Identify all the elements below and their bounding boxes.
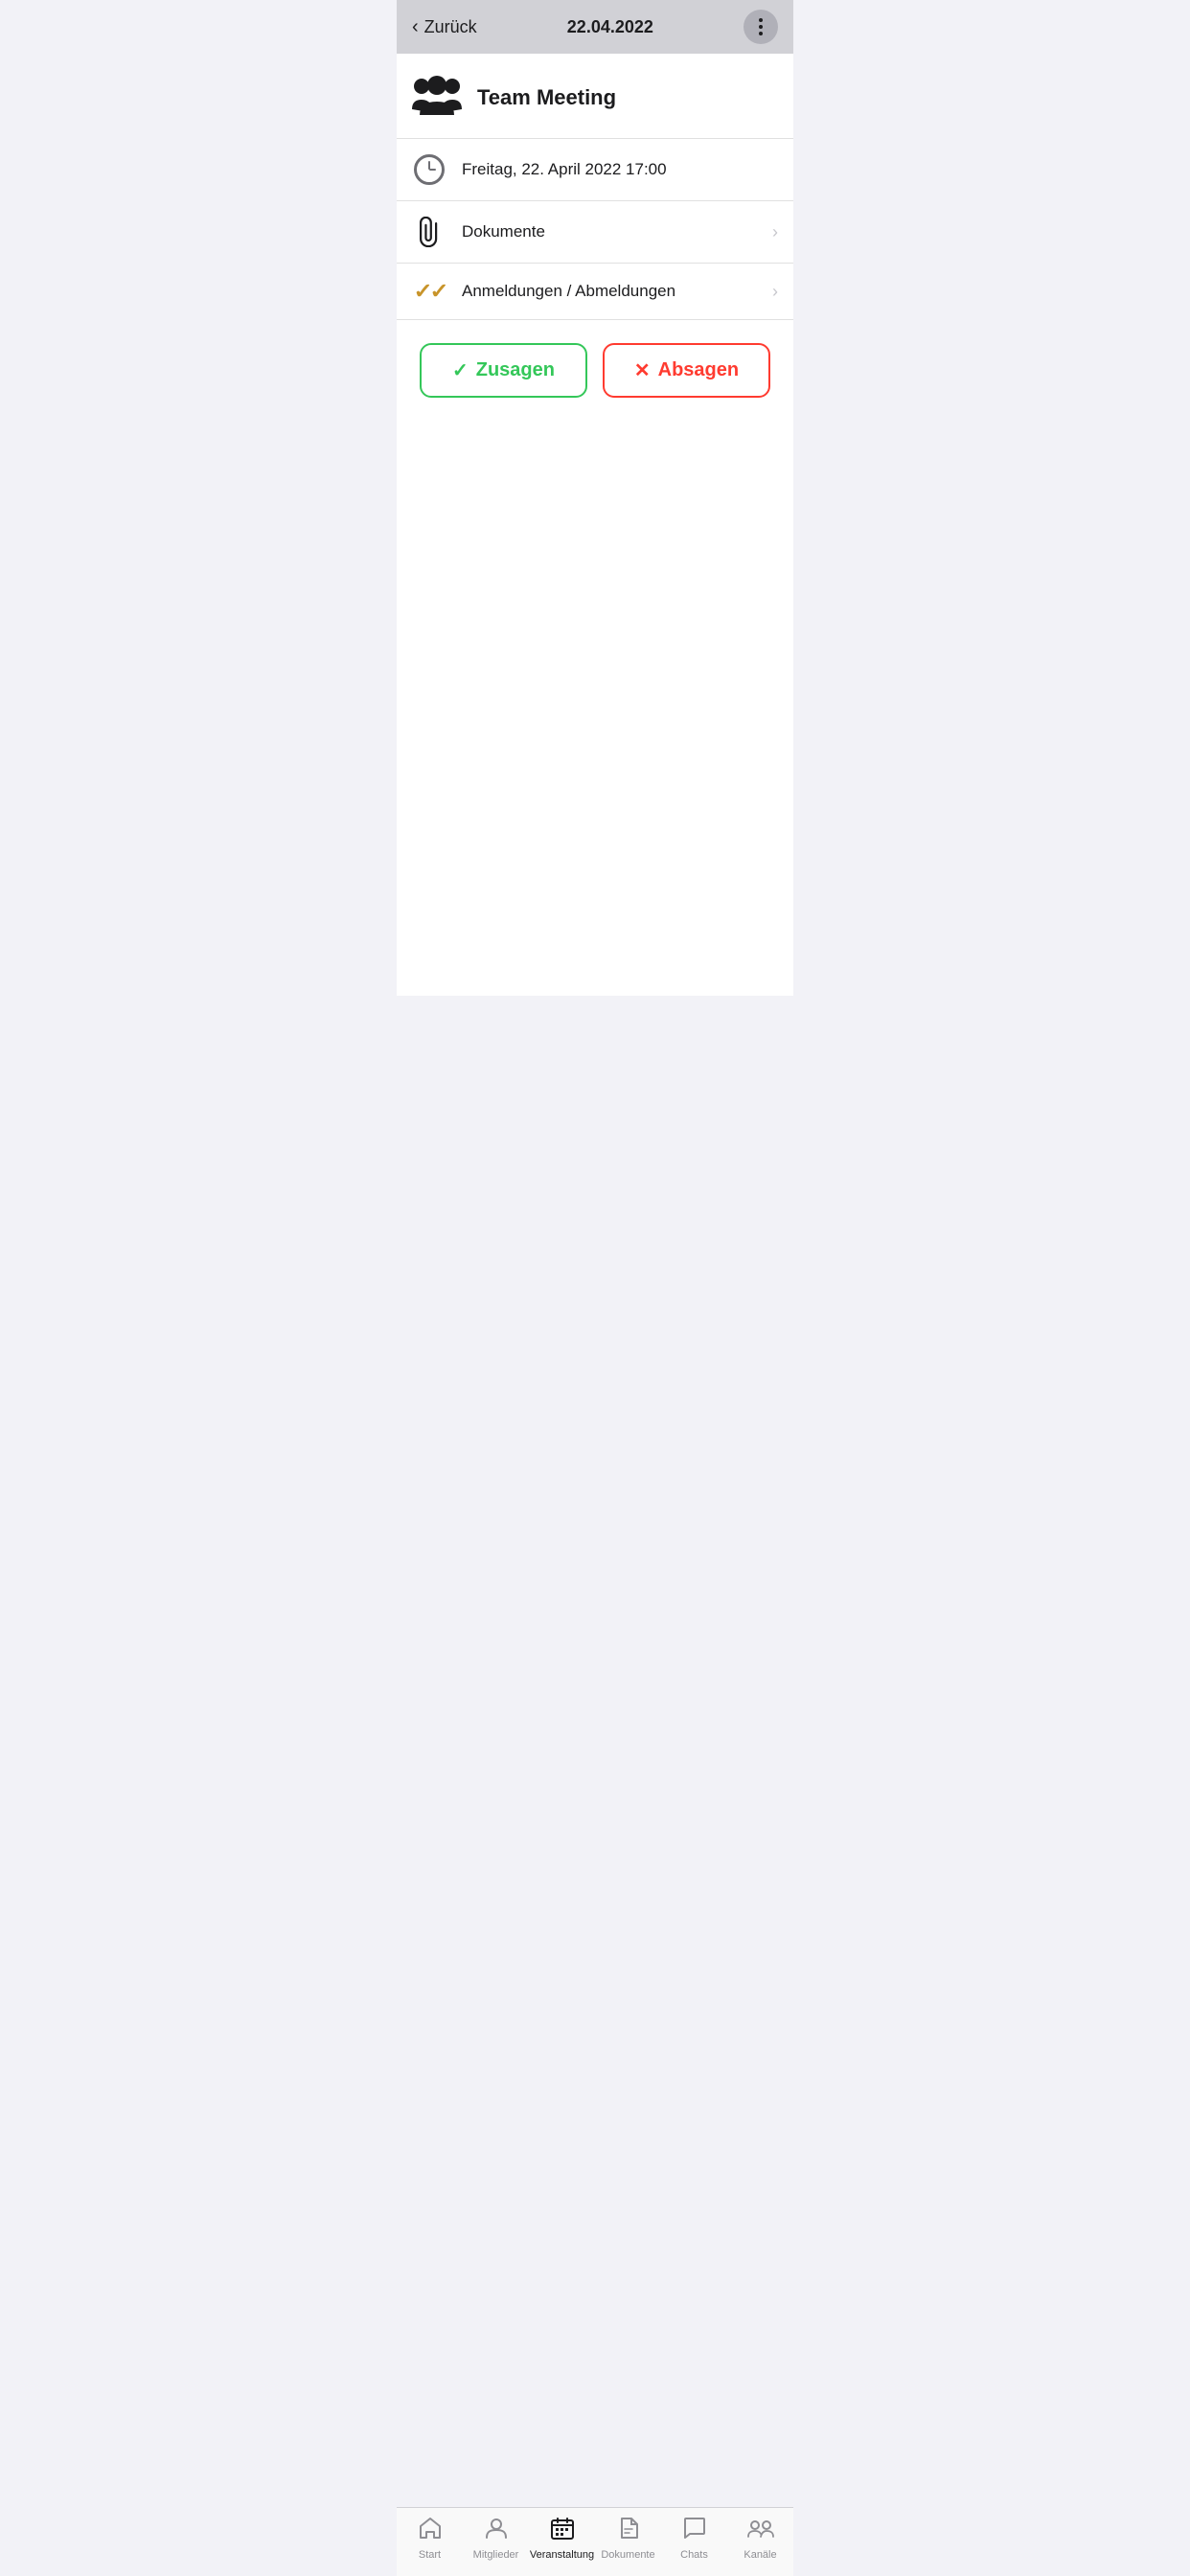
tab-members[interactable]: Mitglieder	[463, 2516, 529, 2561]
tab-bar: Start Mitglieder Veranstaltung	[397, 2507, 793, 2576]
double-check-icon: ✓✓	[412, 279, 446, 304]
back-chevron-icon: ‹	[412, 16, 419, 38]
decline-button[interactable]: ✕ Absagen	[603, 343, 770, 398]
clock-icon	[412, 154, 446, 185]
registrations-row[interactable]: ✓✓ Anmeldungen / Abmeldungen ›	[397, 264, 793, 320]
nav-title: 22.04.2022	[567, 17, 653, 37]
tab-chats-label: Chats	[680, 2549, 708, 2561]
tab-documents-label: Dokumente	[601, 2549, 654, 2561]
event-header: Team Meeting	[397, 54, 793, 139]
group-icon	[412, 73, 462, 123]
tab-events-label: Veranstaltung	[530, 2549, 594, 2561]
more-vertical-icon	[759, 18, 763, 35]
channels-icon	[747, 2516, 774, 2545]
chat-icon	[682, 2516, 707, 2545]
more-options-button[interactable]	[744, 10, 778, 44]
datetime-text: Freitag, 22. April 2022 17:00	[462, 160, 778, 179]
tab-members-label: Mitglieder	[473, 2549, 519, 2561]
decline-label: Absagen	[658, 359, 739, 381]
decline-x-icon: ✕	[634, 358, 651, 382]
navigation-bar: ‹ Zurück 22.04.2022	[397, 0, 793, 54]
back-label: Zurück	[424, 17, 477, 37]
tab-events[interactable]: Veranstaltung	[529, 2516, 595, 2561]
empty-content-area	[397, 421, 793, 996]
documents-row[interactable]: Dokumente ›	[397, 201, 793, 264]
home-icon	[418, 2516, 443, 2545]
accept-checkmark-icon: ✓	[452, 358, 469, 382]
paperclip-icon	[412, 217, 446, 247]
tab-chats[interactable]: Chats	[661, 2516, 727, 2561]
documents-chevron-icon: ›	[772, 222, 778, 242]
calendar-icon	[550, 2516, 575, 2545]
tab-channels-label: Kanäle	[744, 2549, 776, 2561]
tab-documents[interactable]: Dokumente	[595, 2516, 661, 2561]
accept-button[interactable]: ✓ Zusagen	[420, 343, 587, 398]
datetime-row: Freitag, 22. April 2022 17:00	[397, 139, 793, 201]
documents-text: Dokumente	[462, 222, 757, 242]
tab-channels[interactable]: Kanäle	[727, 2516, 793, 2561]
registrations-text: Anmeldungen / Abmeldungen	[462, 282, 757, 301]
action-buttons-container: ✓ Zusagen ✕ Absagen	[397, 320, 793, 421]
document-icon	[616, 2516, 641, 2545]
accept-label: Zusagen	[476, 359, 555, 381]
back-button[interactable]: ‹ Zurück	[412, 16, 477, 38]
tab-start-label: Start	[419, 2549, 441, 2561]
registrations-chevron-icon: ›	[772, 282, 778, 302]
event-title: Team Meeting	[477, 85, 616, 110]
tab-start[interactable]: Start	[397, 2516, 463, 2561]
person-icon	[484, 2516, 509, 2545]
